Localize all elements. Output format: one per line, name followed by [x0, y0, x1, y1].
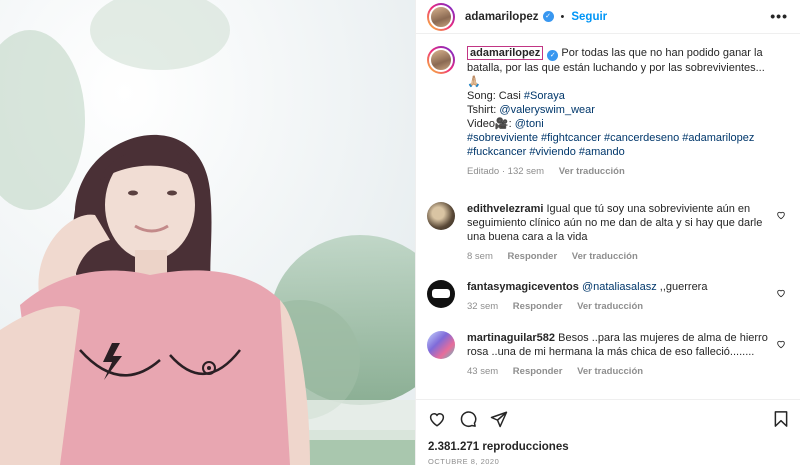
post-details-panel: adamarilopez ✓ • Seguir ••• adamarilopez…	[415, 0, 800, 465]
comment-mention[interactable]: @nataliasalasz	[582, 281, 657, 293]
caption-username[interactable]: adamarilopez	[467, 46, 544, 60]
comment-meta: 8 sem Responder Ver traducción	[467, 250, 768, 264]
header-separator: •	[560, 10, 565, 23]
reply-button[interactable]: Responder	[508, 251, 558, 262]
comment-meta: 32 sem Responder Ver traducción	[467, 300, 768, 314]
reply-button[interactable]: Responder	[513, 366, 563, 377]
caption-hashtags[interactable]: #sobreviviente #fightcancer #cancerdesen…	[467, 132, 754, 158]
reply-button[interactable]: Responder	[513, 301, 563, 312]
view-count[interactable]: 2.381.271 reproducciones	[428, 441, 569, 453]
comment-age: 43 sem	[467, 366, 499, 377]
translate-link[interactable]: Ver traducción	[572, 251, 638, 262]
comment-text: ,,guerrera	[656, 281, 708, 293]
commenter-username[interactable]: martinaguilar582	[467, 332, 555, 344]
song-hashtag[interactable]: #Soraya	[524, 90, 565, 102]
comment-like-icon[interactable]	[776, 339, 786, 349]
verified-badge-icon: ✓	[542, 11, 554, 22]
post-date: OCTUBRE 8, 2020	[428, 457, 500, 465]
comment-icon[interactable]	[459, 410, 477, 428]
caption-meta: Editado · 132 sem Ver traducción	[467, 165, 786, 179]
bookmark-icon[interactable]	[772, 410, 790, 428]
follow-button[interactable]: Seguir	[571, 11, 607, 23]
post-actions-bar: 2.381.271 reproducciones OCTUBRE 8, 2020	[416, 399, 800, 465]
comment-like-icon[interactable]	[776, 210, 786, 220]
caption-avatar[interactable]	[427, 46, 455, 74]
video-mention[interactable]: @toni	[515, 118, 544, 130]
translate-link[interactable]: Ver traducción	[577, 366, 643, 377]
caption-edited: Editado · 132 sem	[467, 166, 545, 177]
comment-meta: 43 sem Responder Ver traducción	[467, 365, 768, 379]
video-frame	[0, 0, 415, 465]
commenter-username[interactable]: fantasymagiceventos	[467, 281, 579, 293]
comment-like-icon[interactable]	[776, 288, 786, 298]
commenter-avatar[interactable]	[427, 280, 455, 308]
author-avatar[interactable]	[427, 2, 455, 31]
comments-scroll-area[interactable]: adamarilopez ✓ Por todas las que no han p…	[416, 34, 800, 399]
tshirt-label: Tshirt:	[467, 104, 500, 116]
commenter-avatar[interactable]	[427, 202, 455, 230]
commenter-username[interactable]: edithvelezrami	[467, 203, 543, 215]
caption-translate-link[interactable]: Ver traducción	[559, 166, 625, 177]
video-label: Video🎥:	[467, 118, 515, 130]
post-header: adamarilopez ✓ • Seguir •••	[416, 0, 800, 34]
share-icon[interactable]	[490, 410, 508, 428]
instagram-post-view: adamarilopez ✓ • Seguir ••• adamarilopez…	[0, 0, 800, 465]
translate-link[interactable]: Ver traducción	[577, 301, 643, 312]
post-video[interactable]	[0, 0, 415, 465]
caption-emoji: 🙏🏼	[467, 76, 481, 88]
heart-icon[interactable]	[428, 410, 446, 428]
more-options-icon[interactable]: •••	[770, 8, 788, 24]
comment-age: 32 sem	[467, 301, 499, 312]
tshirt-mention[interactable]: @valeryswim_wear	[499, 104, 595, 116]
commenter-avatar[interactable]	[427, 331, 455, 359]
author-username[interactable]: adamarilopez	[465, 11, 539, 23]
song-label: Song: Casi	[467, 90, 524, 102]
comment-age: 8 sem	[467, 251, 493, 262]
verified-badge-icon: ✓	[547, 50, 559, 61]
